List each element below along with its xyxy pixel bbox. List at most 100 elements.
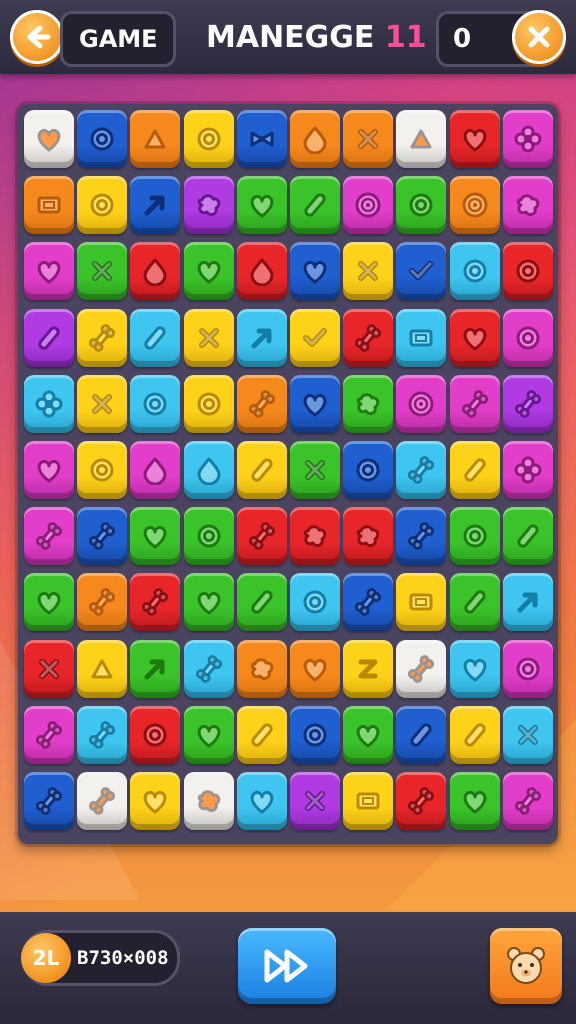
board-tile[interactable] (236, 639, 287, 698)
board-tile[interactable] (290, 374, 340, 433)
board-tile[interactable] (236, 441, 287, 499)
board-tile[interactable] (343, 639, 394, 698)
board-tile[interactable] (502, 176, 553, 235)
board-tile[interactable] (290, 639, 340, 698)
board-tile[interactable] (130, 374, 181, 433)
board-tile[interactable] (130, 507, 181, 566)
board-tile[interactable] (77, 573, 128, 632)
board-tile[interactable] (449, 441, 500, 499)
board-tile[interactable] (183, 374, 234, 433)
board-tile[interactable] (343, 242, 394, 301)
board-tile[interactable] (24, 110, 74, 168)
board-tile[interactable] (290, 573, 340, 632)
board-tile[interactable] (343, 705, 394, 764)
board-tile[interactable] (502, 772, 553, 830)
board-tile[interactable] (183, 705, 234, 764)
board-tile[interactable] (77, 507, 128, 566)
board-tile[interactable] (343, 573, 394, 632)
board-tile[interactable] (236, 110, 287, 168)
board-tile[interactable] (183, 573, 234, 632)
board-tile[interactable] (236, 374, 287, 433)
board-tile[interactable] (236, 705, 287, 764)
board-tile[interactable] (290, 441, 340, 499)
board-tile[interactable] (449, 110, 500, 168)
board-tile[interactable] (290, 110, 340, 168)
board-tile[interactable] (24, 374, 74, 433)
board-tile[interactable] (449, 242, 500, 301)
board-tile[interactable] (343, 308, 394, 367)
board-tile[interactable] (236, 573, 287, 632)
board-tile[interactable] (343, 441, 394, 499)
board-tile[interactable] (396, 441, 447, 499)
board-tile[interactable] (77, 639, 128, 698)
board-tile[interactable] (77, 110, 128, 168)
board-tile[interactable] (130, 110, 181, 168)
board-tile[interactable] (502, 374, 553, 433)
board-tile[interactable] (396, 308, 447, 367)
board-tile[interactable] (77, 242, 128, 301)
board-tile[interactable] (236, 772, 287, 830)
board-tile[interactable] (396, 176, 447, 235)
board-tile[interactable] (396, 507, 447, 566)
board-tile[interactable] (24, 573, 74, 632)
board-tile[interactable] (130, 441, 181, 499)
board-tile[interactable] (343, 507, 394, 566)
board-tile[interactable] (77, 772, 128, 830)
board-tile[interactable] (449, 573, 500, 632)
board-tile[interactable] (236, 308, 287, 367)
board-tile[interactable] (77, 441, 128, 499)
board-tile[interactable] (130, 242, 181, 301)
board-tile[interactable] (343, 110, 394, 168)
play-button[interactable] (238, 928, 336, 1004)
board-tile[interactable] (449, 639, 500, 698)
board-tile[interactable] (396, 110, 447, 168)
board-tile[interactable] (236, 242, 287, 301)
board-tile[interactable] (502, 705, 553, 764)
board-tile[interactable] (290, 176, 340, 235)
board-tile[interactable] (343, 176, 394, 235)
board-tile[interactable] (130, 772, 181, 830)
board-tile[interactable] (24, 308, 74, 367)
board-tile[interactable] (77, 374, 128, 433)
board-tile[interactable] (449, 308, 500, 367)
board-tile[interactable] (502, 507, 553, 566)
board-tile[interactable] (183, 110, 234, 168)
board-tile[interactable] (396, 705, 447, 764)
board-tile[interactable] (130, 639, 181, 698)
board-tile[interactable] (502, 573, 553, 632)
board-tile[interactable] (183, 242, 234, 301)
board-tile[interactable] (396, 639, 447, 698)
board-tile[interactable] (290, 507, 340, 566)
board-tile[interactable] (130, 308, 181, 367)
board-tile[interactable] (502, 639, 553, 698)
board-tile[interactable] (236, 507, 287, 566)
board-tile[interactable] (183, 507, 234, 566)
board-tile[interactable] (24, 705, 74, 764)
board-tile[interactable] (77, 308, 128, 367)
board-tile[interactable] (130, 176, 181, 235)
board-tile[interactable] (24, 507, 74, 566)
board-tile[interactable] (290, 242, 340, 301)
board-tile[interactable] (449, 507, 500, 566)
close-button[interactable] (512, 10, 566, 64)
board-tile[interactable] (343, 374, 394, 433)
board-tile[interactable] (24, 242, 74, 301)
board-tile[interactable] (24, 639, 74, 698)
board-tile[interactable] (77, 705, 128, 764)
board-tile[interactable] (502, 110, 553, 168)
board-tile[interactable] (183, 639, 234, 698)
board-tile[interactable] (290, 772, 340, 830)
board-tile[interactable] (290, 705, 340, 764)
board-tile[interactable] (77, 176, 128, 235)
board-tile[interactable] (449, 705, 500, 764)
board-tile[interactable] (396, 374, 447, 433)
board-tile[interactable] (449, 176, 500, 235)
board-tile[interactable] (24, 772, 74, 830)
board-tile[interactable] (502, 242, 553, 301)
board-tile[interactable] (130, 705, 181, 764)
board-tile[interactable] (183, 441, 234, 499)
board-tile[interactable] (24, 441, 74, 499)
board-tile[interactable] (502, 308, 553, 367)
board-tile[interactable] (236, 176, 287, 235)
board-tile[interactable] (449, 374, 500, 433)
